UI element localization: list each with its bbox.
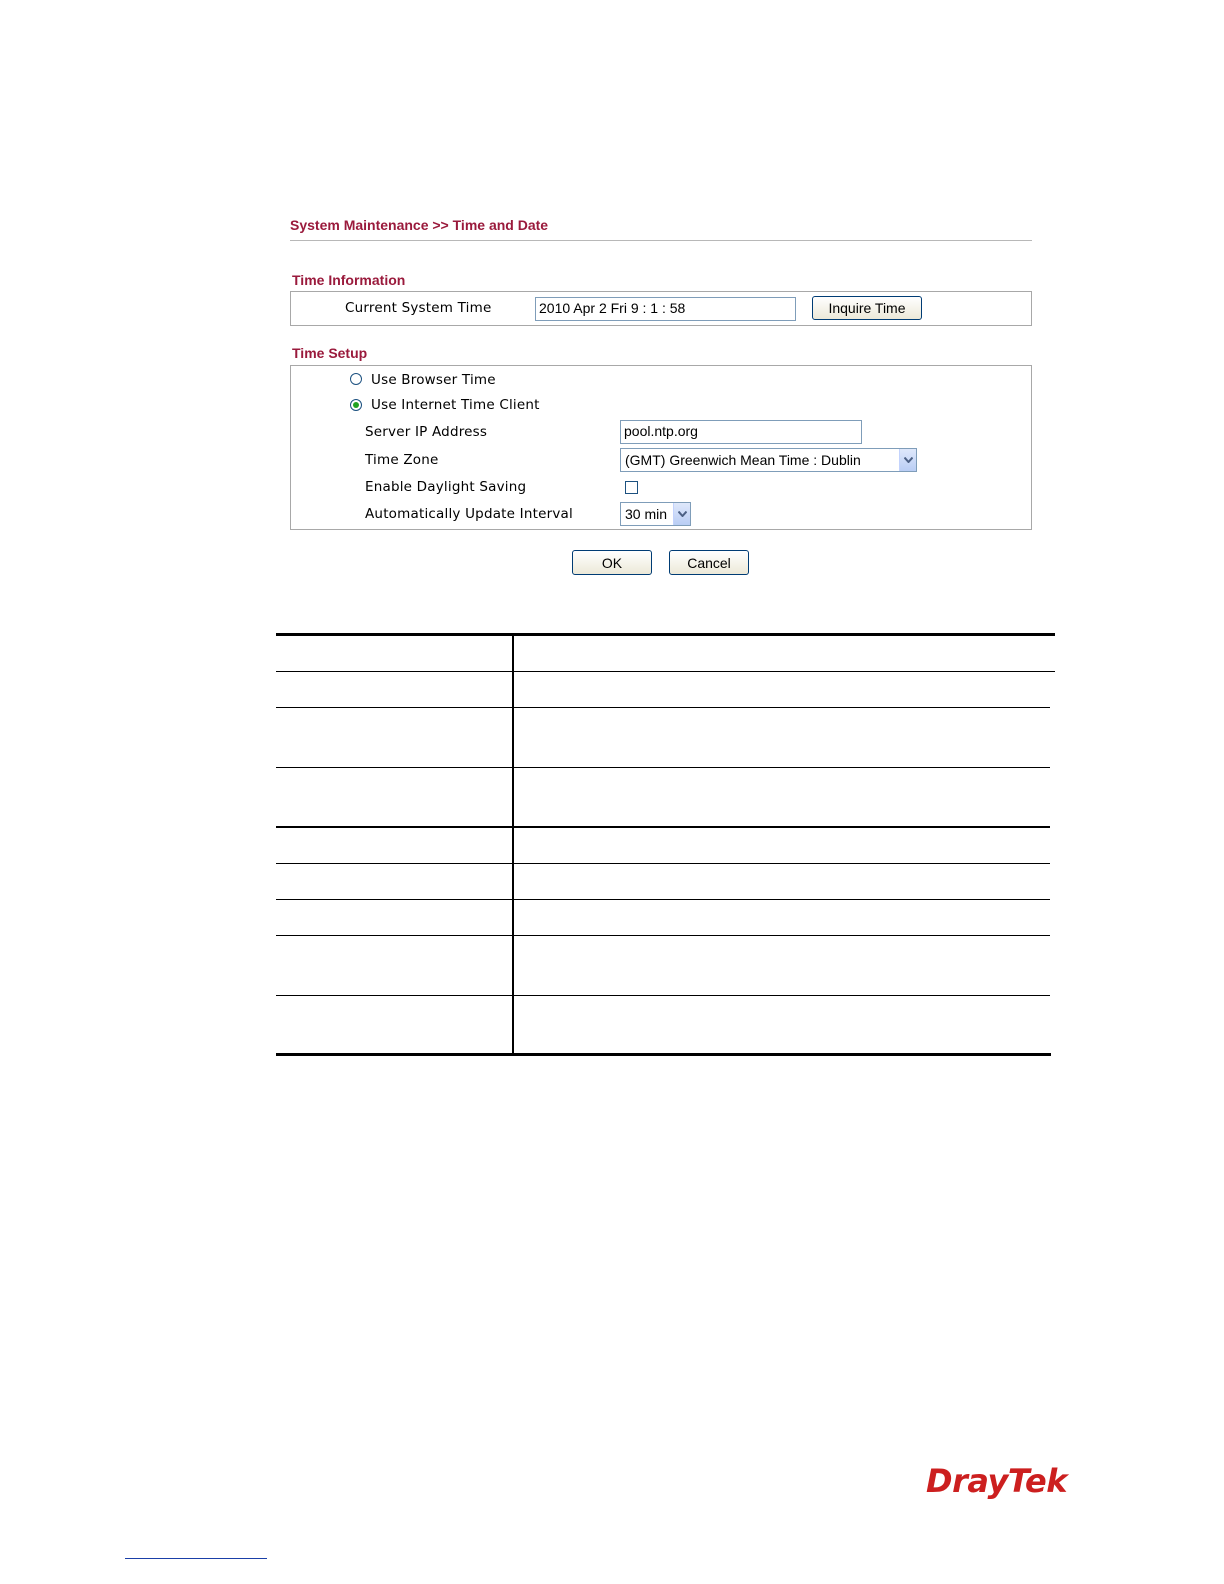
breadcrumb: System Maintenance >> Time and Date bbox=[290, 217, 549, 233]
use-browser-time-label: Use Browser Time bbox=[371, 372, 496, 388]
daylight-saving-label: Enable Daylight Saving bbox=[365, 479, 527, 495]
inquire-time-button[interactable]: Inquire Time bbox=[812, 296, 922, 320]
time-zone-value: (GMT) Greenwich Mean Time : Dublin bbox=[625, 452, 861, 468]
use-browser-time-radio[interactable] bbox=[350, 373, 362, 385]
chevron-down-icon[interactable] bbox=[673, 503, 690, 525]
update-interval-value: 30 min bbox=[625, 506, 668, 522]
update-interval-label: Automatically Update Interval bbox=[365, 506, 573, 522]
server-ip-input[interactable]: pool.ntp.org bbox=[620, 420, 862, 444]
cancel-button[interactable]: Cancel bbox=[669, 550, 749, 575]
time-zone-select[interactable]: (GMT) Greenwich Mean Time : Dublin bbox=[620, 448, 917, 472]
table-row-divider bbox=[276, 707, 1050, 708]
table-row-divider bbox=[276, 899, 1050, 900]
table-column-divider bbox=[512, 634, 514, 1055]
table-bottom-rule bbox=[276, 1053, 1051, 1056]
time-information-title: Time Information bbox=[292, 272, 406, 288]
use-internet-time-label: Use Internet Time Client bbox=[371, 397, 540, 413]
daylight-saving-checkbox[interactable] bbox=[625, 481, 638, 494]
chevron-down-icon[interactable] bbox=[899, 449, 916, 471]
current-system-time-field[interactable]: 2010 Apr 2 Fri 9 : 1 : 58 bbox=[535, 297, 796, 321]
server-ip-label: Server IP Address bbox=[365, 424, 488, 440]
table-top-rule bbox=[276, 633, 1055, 636]
update-interval-select[interactable]: 30 min bbox=[620, 502, 691, 526]
draytek-logo: DrayTek bbox=[926, 1462, 1068, 1500]
ok-button[interactable]: OK bbox=[572, 550, 652, 575]
use-internet-time-radio[interactable] bbox=[350, 399, 362, 411]
table-row-divider bbox=[276, 826, 1050, 828]
table-row-divider bbox=[276, 671, 1055, 672]
radio-selected-dot bbox=[353, 402, 359, 408]
table-row-divider bbox=[276, 863, 1050, 864]
table-row-divider bbox=[276, 767, 1050, 768]
current-system-time-label: Current System Time bbox=[345, 300, 492, 316]
time-zone-label: Time Zone bbox=[365, 452, 439, 468]
footer-rule bbox=[125, 1558, 267, 1559]
header-divider bbox=[290, 240, 1032, 241]
table-row-divider bbox=[276, 935, 1050, 936]
time-setup-title: Time Setup bbox=[292, 345, 368, 361]
table-row-divider bbox=[276, 995, 1050, 996]
